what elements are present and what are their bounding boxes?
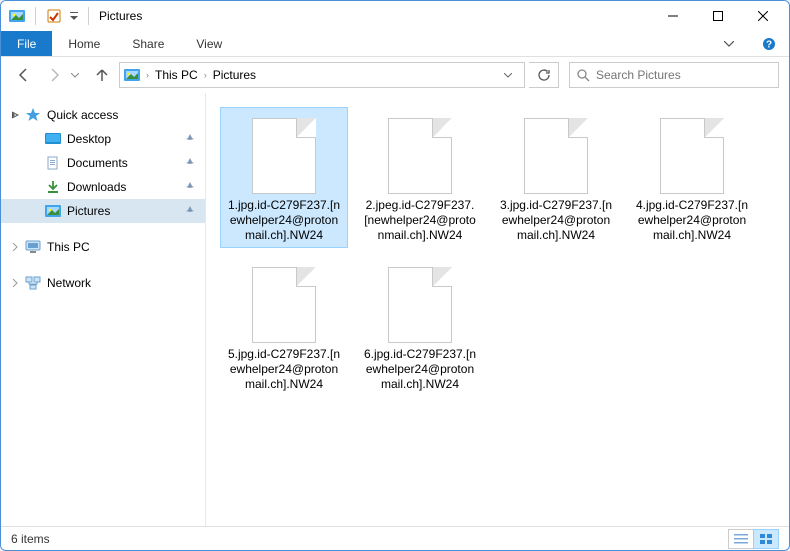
svg-text:?: ? <box>766 39 772 50</box>
sidebar-item-pictures[interactable]: Pictures <box>1 199 205 223</box>
collapse-icon[interactable] <box>11 111 19 119</box>
file-item[interactable]: 2.jpeg.id-C279F237.[newhelper24@protonma… <box>356 107 484 248</box>
recent-dropdown-icon[interactable] <box>71 73 79 78</box>
tab-home[interactable]: Home <box>52 31 116 56</box>
qat-dropdown-icon[interactable] <box>69 9 79 23</box>
sidebar: Quick access Desktop Doc <box>1 93 206 526</box>
file-item[interactable]: 1.jpg.id-C279F237.[newhelper24@protonmai… <box>220 107 348 248</box>
back-button[interactable] <box>11 62 37 88</box>
forward-button[interactable] <box>41 62 67 88</box>
explorer-window: Pictures File Home Share View ? <box>0 0 790 551</box>
sidebar-item-documents[interactable]: Documents <box>1 151 205 175</box>
window-title: Pictures <box>99 9 142 23</box>
tab-view[interactable]: View <box>180 31 238 56</box>
pictures-icon <box>45 203 61 219</box>
sidebar-this-pc[interactable]: This PC <box>1 235 205 259</box>
close-button[interactable] <box>740 1 785 31</box>
file-item[interactable]: 6.jpg.id-C279F237.[newhelper24@protonmai… <box>356 256 484 397</box>
sidebar-item-label: Pictures <box>67 204 110 218</box>
documents-icon <box>45 155 61 171</box>
details-view-button[interactable] <box>728 529 754 549</box>
pin-icon <box>185 134 195 144</box>
sidebar-quick-access[interactable]: Quick access <box>1 103 205 127</box>
file-icon <box>248 261 320 343</box>
sidebar-label: Quick access <box>47 108 118 122</box>
maximize-button[interactable] <box>695 1 740 31</box>
ribbon-expand-icon[interactable] <box>709 31 749 56</box>
refresh-button[interactable] <box>529 62 559 88</box>
downloads-icon <box>45 179 61 195</box>
pin-icon <box>185 206 195 216</box>
search-icon <box>576 68 590 82</box>
file-tab[interactable]: File <box>1 31 52 56</box>
file-icon <box>384 112 456 194</box>
address-bar[interactable]: › This PC › Pictures <box>119 62 525 88</box>
sidebar-item-downloads[interactable]: Downloads <box>1 175 205 199</box>
file-name: 6.jpg.id-C279F237.[newhelper24@protonmai… <box>361 347 479 392</box>
pin-icon <box>185 182 195 192</box>
files-pane[interactable]: 1.jpg.id-C279F237.[newhelper24@protonmai… <box>206 93 789 526</box>
file-name: 4.jpg.id-C279F237.[newhelper24@protonmai… <box>633 198 751 243</box>
desktop-icon <box>45 131 61 147</box>
pin-icon <box>185 158 195 168</box>
file-icon <box>248 112 320 194</box>
status-bar: 6 items <box>1 526 789 550</box>
file-name: 2.jpeg.id-C279F237.[newhelper24@protonma… <box>361 198 479 243</box>
tab-share[interactable]: Share <box>116 31 180 56</box>
properties-icon[interactable] <box>45 9 63 23</box>
navbar: › This PC › Pictures <box>1 57 789 93</box>
address-dropdown-icon[interactable] <box>496 63 520 87</box>
star-icon <box>25 107 41 123</box>
ribbon: File Home Share View ? <box>1 31 789 57</box>
file-item[interactable]: 4.jpg.id-C279F237.[newhelper24@protonmai… <box>628 107 756 248</box>
file-name: 3.jpg.id-C279F237.[newhelper24@protonmai… <box>497 198 615 243</box>
sidebar-network[interactable]: Network <box>1 271 205 295</box>
file-icon <box>384 261 456 343</box>
icons-view-button[interactable] <box>753 529 779 549</box>
file-icon <box>656 112 728 194</box>
pictures-folder-icon <box>124 69 140 81</box>
expand-icon[interactable] <box>11 279 19 287</box>
sidebar-label: This PC <box>47 240 90 254</box>
expand-icon[interactable] <box>11 243 19 251</box>
breadcrumb-sep-icon[interactable]: › <box>144 70 151 80</box>
file-name: 1.jpg.id-C279F237.[newhelper24@protonmai… <box>225 198 343 243</box>
file-item[interactable]: 5.jpg.id-C279F237.[newhelper24@protonmai… <box>220 256 348 397</box>
sidebar-item-desktop[interactable]: Desktop <box>1 127 205 151</box>
file-icon <box>520 112 592 194</box>
up-button[interactable] <box>89 62 115 88</box>
minimize-button[interactable] <box>650 1 695 31</box>
quick-access-toolbar <box>29 7 95 25</box>
this-pc-icon <box>25 239 41 255</box>
sidebar-item-label: Documents <box>67 156 128 170</box>
breadcrumb-sep-icon[interactable]: › <box>202 70 209 80</box>
search-box[interactable] <box>569 62 779 88</box>
app-icon <box>8 9 26 23</box>
titlebar: Pictures <box>1 1 789 31</box>
search-input[interactable] <box>596 68 772 82</box>
file-name: 5.jpg.id-C279F237.[newhelper24@protonmai… <box>225 347 343 392</box>
sidebar-label: Network <box>47 276 91 290</box>
help-icon[interactable]: ? <box>749 31 789 56</box>
network-icon <box>25 275 41 291</box>
body: Quick access Desktop Doc <box>1 93 789 526</box>
sidebar-item-label: Downloads <box>67 180 126 194</box>
item-count: 6 items <box>11 532 50 546</box>
sidebar-item-label: Desktop <box>67 132 111 146</box>
breadcrumb-pictures[interactable]: Pictures <box>209 68 260 82</box>
breadcrumb-this-pc[interactable]: This PC <box>151 68 202 82</box>
file-item[interactable]: 3.jpg.id-C279F237.[newhelper24@protonmai… <box>492 107 620 248</box>
